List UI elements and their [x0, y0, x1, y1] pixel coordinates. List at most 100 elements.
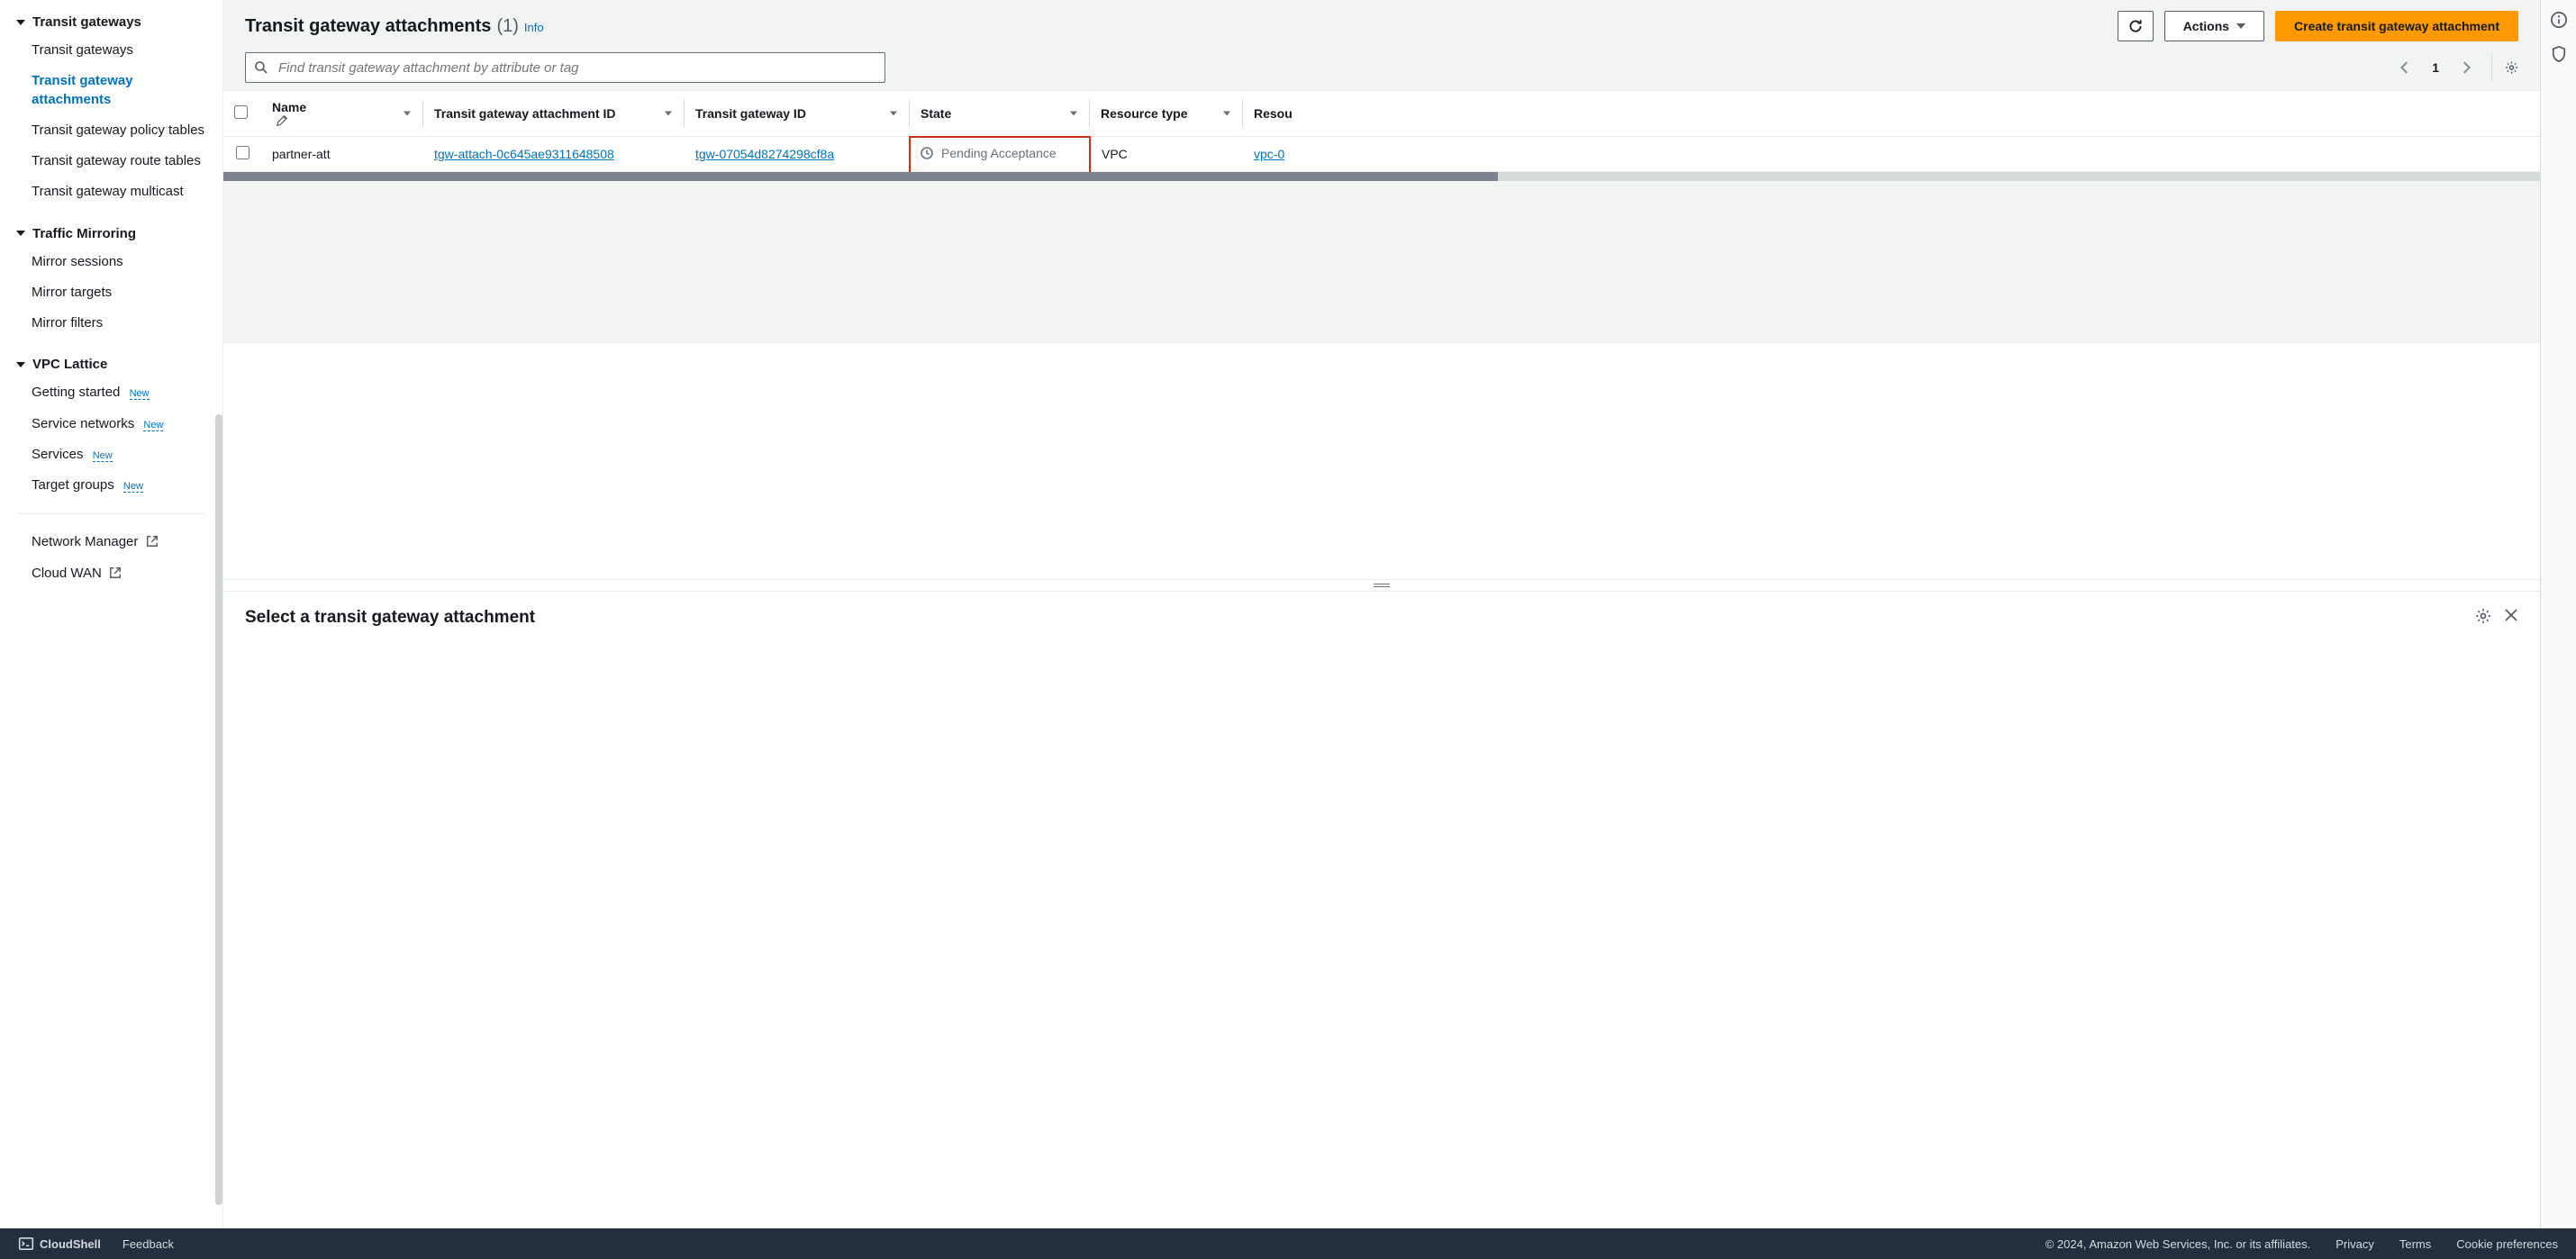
nav-group-transit-gateways[interactable]: Transit gateways — [0, 9, 222, 35]
sidebar-item-mirror-targets[interactable]: Mirror targets — [0, 277, 222, 308]
header-row: Transit gateway attachments (1) Info Act… — [245, 11, 2518, 41]
header-bar: Transit gateway attachments (1) Info Act… — [223, 0, 2540, 90]
chevron-right-icon — [2462, 61, 2471, 74]
split-pane-handle[interactable] — [223, 579, 2540, 592]
sidebar-item-label: Cloud WAN — [32, 566, 102, 581]
sidebar-item-label: Target groups — [32, 477, 114, 493]
pencil-icon — [276, 114, 288, 127]
filter-icon — [404, 112, 411, 116]
privacy-link[interactable]: Privacy — [2336, 1237, 2374, 1251]
column-header-resource-type[interactable]: Resource type — [1090, 91, 1243, 137]
sidebar-item-target-groups[interactable]: Target groups New — [0, 470, 222, 501]
copyright-text: © 2024, Amazon Web Services, Inc. or its… — [2045, 1237, 2311, 1251]
sidebar-item-label: Getting started — [32, 385, 120, 400]
new-badge: New — [143, 420, 163, 431]
detail-pane: Select a transit gateway attachment — [223, 592, 2540, 1259]
table-settings-button[interactable] — [2491, 54, 2518, 81]
state-text: Pending Acceptance — [941, 146, 1057, 160]
toolbar: 1 — [245, 52, 2518, 83]
horizontal-scrollbar-thumb[interactable] — [223, 172, 1498, 181]
chevron-left-icon — [2400, 61, 2409, 74]
caret-down-icon — [16, 362, 25, 367]
actions-dropdown-button[interactable]: Actions — [2164, 11, 2264, 41]
column-header-resource[interactable]: Resou — [1243, 91, 2540, 137]
caret-down-icon — [2236, 23, 2245, 29]
sidebar-item-getting-started[interactable]: Getting started New — [0, 377, 222, 408]
sidebar-item-service-networks[interactable]: Service networks New — [0, 409, 222, 439]
detail-empty-title: Select a transit gateway attachment — [245, 608, 535, 628]
filter-icon — [1223, 112, 1230, 116]
refresh-button[interactable] — [2118, 11, 2154, 41]
tgw-id-link[interactable]: tgw-07054d8274298cf8a — [695, 147, 834, 161]
data-table: Name Transit gateway attachment ID Trans… — [223, 91, 2540, 172]
header-actions: Actions Create transit gateway attachmen… — [2118, 11, 2518, 41]
detail-close-button[interactable] — [2504, 608, 2518, 624]
next-page-button[interactable] — [2454, 55, 2479, 80]
column-header-attachment-id[interactable]: Transit gateway attachment ID — [423, 91, 685, 137]
nav-group-vpc-lattice[interactable]: VPC Lattice — [0, 351, 222, 377]
terms-link[interactable]: Terms — [2399, 1237, 2431, 1251]
prev-page-button[interactable] — [2392, 55, 2417, 80]
sidebar-item-transit-gateway-route-tables[interactable]: Transit gateway route tables — [0, 146, 222, 177]
create-attachment-button[interactable]: Create transit gateway attachment — [2275, 11, 2518, 41]
detail-settings-button[interactable] — [2475, 608, 2491, 624]
attachment-id-link[interactable]: tgw-attach-0c645ae9311648508 — [434, 147, 614, 161]
sidebar-item-mirror-filters[interactable]: Mirror filters — [0, 308, 222, 339]
cloudshell-button[interactable]: CloudShell — [18, 1236, 101, 1252]
info-icon — [2550, 11, 2568, 29]
resource-id-link[interactable]: vpc-0 — [1254, 147, 1284, 161]
column-header-name[interactable]: Name — [261, 91, 423, 137]
sidebar-item-mirror-sessions[interactable]: Mirror sessions — [0, 247, 222, 277]
column-header-state[interactable]: State — [910, 91, 1090, 137]
external-link-icon — [146, 535, 159, 548]
nav-group-traffic-mirroring[interactable]: Traffic Mirroring — [0, 221, 222, 247]
info-link[interactable]: Info — [524, 21, 544, 34]
caret-down-icon — [16, 231, 25, 236]
filter-icon — [665, 112, 672, 116]
cell-resource-id: vpc-0 — [1243, 137, 2540, 172]
sidebar-item-cloud-wan[interactable]: Cloud WAN — [0, 558, 222, 589]
select-all-header — [223, 91, 261, 137]
page-title: Transit gateway attachments (1) Info — [245, 16, 544, 37]
sidebar-item-services[interactable]: Services New — [0, 439, 222, 470]
page-number: 1 — [2423, 60, 2448, 75]
sidebar-item-transit-gateway-multicast[interactable]: Transit gateway multicast — [0, 177, 222, 207]
select-all-checkbox[interactable] — [234, 105, 248, 119]
cell-state: Pending Acceptance — [910, 137, 1090, 172]
shield-icon — [2550, 45, 2568, 63]
sidebar-item-transit-gateway-policy-tables[interactable]: Transit gateway policy tables — [0, 115, 222, 146]
column-label: Resource type — [1101, 106, 1187, 121]
horizontal-scrollbar-track[interactable] — [223, 172, 2540, 181]
column-label: Transit gateway ID — [695, 106, 806, 121]
page-title-count: (1) — [496, 16, 518, 37]
main-content: Transit gateway attachments (1) Info Act… — [223, 0, 2540, 1259]
sidebar-item-transit-gateways[interactable]: Transit gateways — [0, 35, 222, 66]
new-badge: New — [93, 450, 113, 462]
column-header-tgw-id[interactable]: Transit gateway ID — [685, 91, 910, 137]
nav-divider — [18, 513, 204, 514]
table-row[interactable]: partner-att tgw-attach-0c645ae9311648508… — [223, 137, 2540, 172]
feedback-link[interactable]: Feedback — [122, 1237, 174, 1251]
grip-icon — [1374, 584, 1390, 587]
footer-right: © 2024, Amazon Web Services, Inc. or its… — [2045, 1237, 2558, 1251]
app-root: Transit gateways Transit gateways Transi… — [0, 0, 2576, 1259]
gear-icon — [2475, 608, 2491, 624]
row-checkbox[interactable] — [236, 146, 249, 159]
filter-icon — [1070, 111, 1077, 115]
new-badge: New — [130, 388, 150, 400]
rail-security-button[interactable] — [2550, 45, 2568, 63]
rail-info-button[interactable] — [2550, 11, 2568, 29]
terminal-icon — [18, 1236, 34, 1252]
cookie-preferences-link[interactable]: Cookie preferences — [2456, 1237, 2558, 1251]
column-label: State — [921, 106, 951, 121]
actions-label: Actions — [2183, 19, 2229, 33]
sidebar: Transit gateways Transit gateways Transi… — [0, 0, 223, 1259]
table-empty-space — [223, 181, 2540, 343]
column-label: Transit gateway attachment ID — [434, 106, 616, 121]
sidebar-item-network-manager[interactable]: Network Manager — [0, 527, 222, 557]
sidebar-scrollbar[interactable] — [215, 414, 222, 1205]
search-icon — [254, 60, 268, 75]
sidebar-item-transit-gateway-attachments[interactable]: Transit gateway attachments — [0, 66, 222, 115]
clock-icon — [920, 146, 934, 160]
search-input[interactable] — [245, 52, 885, 83]
